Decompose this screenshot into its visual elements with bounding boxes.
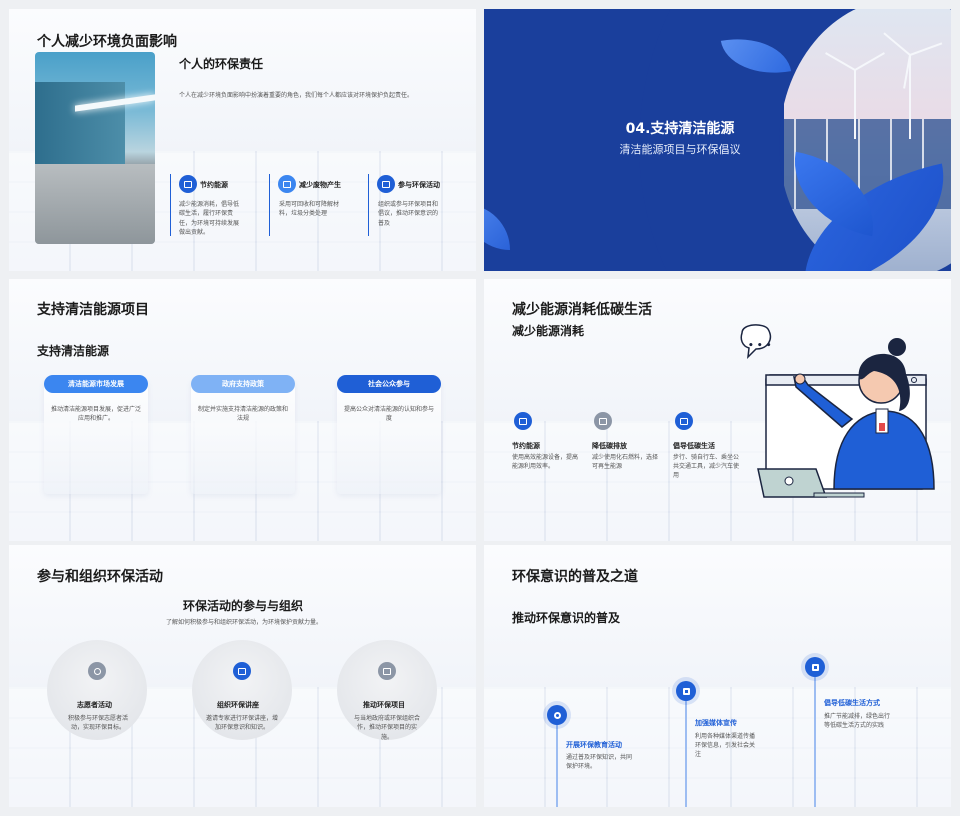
slide-title: 支持清洁能源项目 (37, 302, 149, 318)
slide-section-cover[interactable]: 04.支持清洁能源 清洁能源项目与环保倡议 (484, 9, 951, 271)
item-desc: 积极参与环保志愿者活动，实现环保目标。 (67, 715, 128, 732)
slide-personal-responsibility[interactable]: 个人减少环境负面影响 个人的环保责任 个人在减少环境负面影响中扮演着重要的角色，… (9, 9, 476, 271)
item-desc: 采用可回收和可降解材料，垃圾分类处理 (279, 201, 340, 218)
item-desc: 通过普及环保知识，共同保护环境。 (566, 754, 633, 770)
item-label: 减少废物产生 (299, 181, 341, 189)
item-desc: 与当地政府或环保组织合作，推动环保项目的实施。 (353, 715, 420, 741)
slide-subtitle: 推动环保意识的普及 (512, 611, 621, 625)
card-desc: 推动清洁能源项目发展，促进广泛应用和推广。 (50, 406, 141, 422)
slide-title: 减少能源消耗低碳生活 (512, 302, 652, 318)
item-label: 降低碳排放 (592, 442, 627, 450)
card (337, 379, 441, 494)
timeline-line (556, 723, 558, 807)
item-desc: 使用高效能源设备，提高能源利用效率。 (512, 454, 579, 470)
card-desc: 制定并实施支持清洁能源的政策和法规 (197, 406, 288, 422)
item-desc: 推广节能减排，绿色出行等低碳生活方式的实践 (824, 713, 891, 729)
slide-low-carbon-life[interactable]: 减少能源消耗低碳生活 减少能源消耗 节约能源 使用高效能源设备，提高能源利用效率… (484, 279, 951, 541)
slide-subtitle: 环保活动的参与与组织 (183, 599, 304, 613)
section-title: 04.支持清洁能源 (625, 121, 735, 137)
plug-icon (675, 412, 693, 430)
toolbox-icon (378, 662, 396, 680)
building-photo (35, 52, 155, 244)
car-icon (179, 175, 197, 193)
timeline-line (814, 675, 816, 807)
intro-text: 了解如何积极参与和组织环保活动，为环境保护贡献力量。 (166, 619, 323, 626)
slide-title: 参与和组织环保活动 (37, 569, 163, 585)
item-label: 倡导低碳生活 (673, 442, 715, 450)
toolbox-icon (377, 175, 395, 193)
slide-clean-energy-projects[interactable]: 支持清洁能源项目 支持清洁能源 清洁能源市场发展 推动清洁能源项目发展，促进广泛… (9, 279, 476, 541)
item-desc: 组织或参与环保项目和倡议，推动环保意识的普及 (378, 201, 439, 227)
slide-title: 个人减少环境负面影响 (37, 34, 177, 50)
card (191, 379, 295, 494)
image-icon (233, 662, 251, 680)
card (44, 379, 148, 494)
location-icon (547, 705, 567, 725)
slide-awareness[interactable]: 环保意识的普及之道 推动环保意识的普及 开展环保教育活动 通过普及环保知识，共同… (484, 545, 951, 807)
item-label: 参与环保活动 (398, 181, 440, 189)
item-label: 加强媒体宣传 (695, 719, 737, 727)
recycle-icon (278, 175, 296, 193)
leaf-shape (720, 29, 792, 83)
slide-title: 环保意识的普及之道 (512, 569, 638, 585)
item-label: 节约能源 (200, 181, 228, 189)
item-label: 推动环保项目 (363, 701, 405, 709)
intro-text: 个人在减少环境负面影响中扮演着重要的角色，我们每个人都应该对环境保护负起责任。 (179, 92, 414, 99)
network-icon (676, 681, 696, 701)
timeline-line (685, 699, 687, 807)
item-label: 倡导低碳生活方式 (824, 699, 880, 707)
slide-environmental-activities[interactable]: 参与和组织环保活动 环保活动的参与与组织 了解如何积极参与和组织环保活动，为环境… (9, 545, 476, 807)
slide-subtitle: 个人的环保责任 (179, 57, 264, 71)
item-desc: 利用各种媒体渠道传播环保信息，引发社会关注 (695, 733, 756, 758)
item-label: 节约能源 (512, 442, 540, 450)
location-icon (88, 662, 106, 680)
speech-bubble-dots: • • • (748, 341, 772, 351)
leaf-shape (484, 204, 510, 250)
document-icon (594, 412, 612, 430)
slide-subtitle: 减少能源消耗 (512, 324, 585, 338)
card-desc: 提高公众对清洁能源的认知和参与度 (343, 406, 434, 422)
card-pill[interactable]: 社会公众参与 (337, 375, 441, 393)
item-desc: 步行、骑自行车、乘坐公共交通工具，减少汽车使用 (673, 454, 740, 479)
slide-subtitle: 支持清洁能源 (37, 344, 110, 358)
image-icon (805, 657, 825, 677)
item-desc: 减少能源消耗，倡导低碳生活，履行环保责任，为环境可持续发展做出贡献。 (179, 201, 240, 236)
card-pill[interactable]: 政府支持政策 (191, 375, 295, 393)
item-desc: 减少使用化石燃料，选择可再生能源 (592, 454, 659, 470)
item-label: 开展环保教育活动 (566, 741, 622, 749)
item-label: 志愿者活动 (77, 701, 112, 709)
item-label: 组织环保讲座 (217, 701, 259, 709)
item-desc: 邀请专家进行环保讲座，增加环保意识和知识。 (206, 715, 279, 732)
card-pill[interactable]: 清洁能源市场发展 (44, 375, 148, 393)
section-subtitle: 清洁能源项目与环保倡议 (619, 143, 741, 156)
plug-icon (514, 412, 532, 430)
